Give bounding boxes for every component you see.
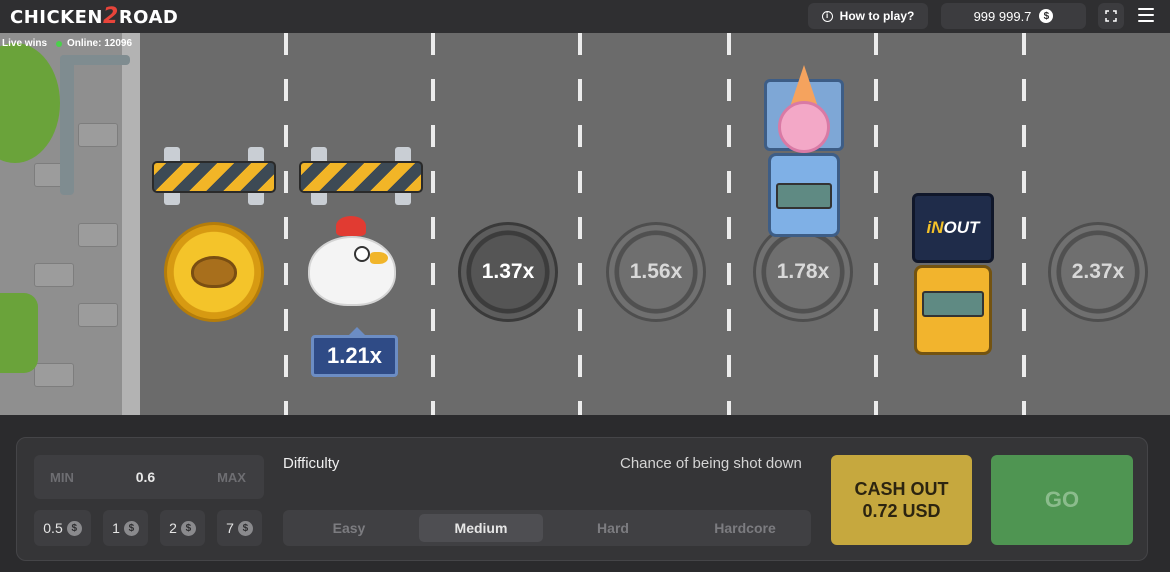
current-multiplier-badge: 1.21x	[311, 327, 398, 377]
sidewalk-brick	[78, 123, 118, 147]
lane-divider	[284, 33, 288, 415]
hamburger-menu-icon[interactable]	[1138, 8, 1154, 22]
lane-divider	[727, 33, 731, 415]
live-wins-label[interactable]: Live wins	[2, 38, 47, 49]
cash-out-button[interactable]: CASH OUT 0.72 USD	[831, 455, 972, 545]
dollar-coin-icon: $	[180, 520, 196, 536]
road-barrier	[152, 147, 276, 207]
bet-amount-field[interactable]: MIN 0.6 MAX	[34, 455, 264, 499]
bet-chip[interactable]: 0.5 $	[34, 510, 91, 546]
road-scene: Live wins Online: 12096 1.21x 1.37x 1.56…	[0, 33, 1170, 415]
how-to-play-label: How to play?	[839, 9, 915, 23]
chip-value: 0.5	[43, 520, 63, 536]
ice-cream-truck	[760, 65, 846, 241]
bush	[0, 293, 38, 373]
bet-chip[interactable]: 2 $	[160, 510, 205, 546]
cash-out-amount: 0.72 USD	[862, 501, 941, 521]
bet-chip[interactable]: 1 $	[103, 510, 148, 546]
sidewalk-brick	[34, 363, 74, 387]
chicken-player	[304, 216, 400, 312]
lane-divider	[874, 33, 878, 415]
game-app: CHICKEN2ROAD i How to play? 999 999.7 $	[0, 0, 1170, 572]
difficulty-selector: Easy Medium Hard Hardcore	[283, 510, 811, 546]
lane-divider	[431, 33, 435, 415]
chance-label: Chance of being shot down	[620, 455, 802, 472]
game-logo: CHICKEN2ROAD	[10, 4, 178, 29]
sidewalk-brick	[34, 263, 74, 287]
logo-word-road: ROAD	[118, 7, 179, 28]
lane-divider	[1022, 33, 1026, 415]
balance-display: 999 999.7 $	[941, 3, 1086, 29]
logo-word-chicken: CHICKEN	[10, 7, 103, 28]
online-dot-icon	[56, 40, 62, 47]
go-button[interactable]: GO	[991, 455, 1133, 545]
street-lamp-pole	[60, 55, 74, 195]
dollar-coin-icon: $	[123, 520, 139, 536]
chip-value: 7	[226, 520, 234, 536]
bet-chip[interactable]: 7 $	[217, 510, 262, 546]
manhole-multiplier: 2.37x	[1048, 222, 1148, 322]
balance-value: 999 999.7	[973, 8, 1032, 24]
chip-value: 2	[169, 520, 177, 536]
min-bet-button[interactable]: MIN	[50, 470, 74, 485]
fullscreen-icon	[1105, 10, 1117, 22]
roast-chicken-icon	[191, 256, 237, 288]
chip-value: 1	[112, 520, 120, 536]
road-barrier	[299, 147, 423, 207]
difficulty-tab-easy[interactable]: Easy	[287, 514, 411, 542]
manhole-multiplier: 1.37x	[458, 222, 558, 322]
dollar-coin-icon: $	[66, 520, 82, 536]
sidewalk-brick	[78, 223, 118, 247]
truck-brand: iNOUT	[926, 218, 980, 237]
cash-out-label: CASH OUT	[854, 479, 949, 499]
sidewalk-brick	[78, 303, 118, 327]
difficulty-label: Difficulty	[283, 455, 340, 472]
logo-number: 2	[103, 4, 119, 29]
road-curb	[122, 33, 140, 415]
online-count: Online: 12096	[56, 38, 132, 49]
difficulty-tab-hardcore[interactable]: Hardcore	[683, 514, 807, 542]
max-bet-button[interactable]: MAX	[217, 470, 246, 485]
online-label: Online: 12096	[67, 38, 133, 49]
manhole-multiplier: 1.56x	[606, 222, 706, 322]
dollar-coin-icon: $	[1039, 9, 1054, 23]
street-lamp-arm	[60, 55, 130, 65]
difficulty-tab-medium[interactable]: Medium	[419, 514, 543, 542]
difficulty-tab-hard[interactable]: Hard	[551, 514, 675, 542]
info-icon: i	[821, 10, 833, 22]
collected-coin-icon	[164, 222, 264, 322]
fullscreen-button[interactable]	[1098, 3, 1124, 29]
how-to-play-button[interactable]: i How to play?	[808, 3, 928, 29]
top-bar: CHICKEN2ROAD i How to play? 999 999.7 $	[0, 0, 1170, 33]
yellow-truck: iNOUT	[912, 193, 994, 357]
dollar-coin-icon: $	[237, 520, 253, 536]
bet-amount-value[interactable]: 0.6	[136, 469, 155, 485]
lane-divider	[578, 33, 582, 415]
